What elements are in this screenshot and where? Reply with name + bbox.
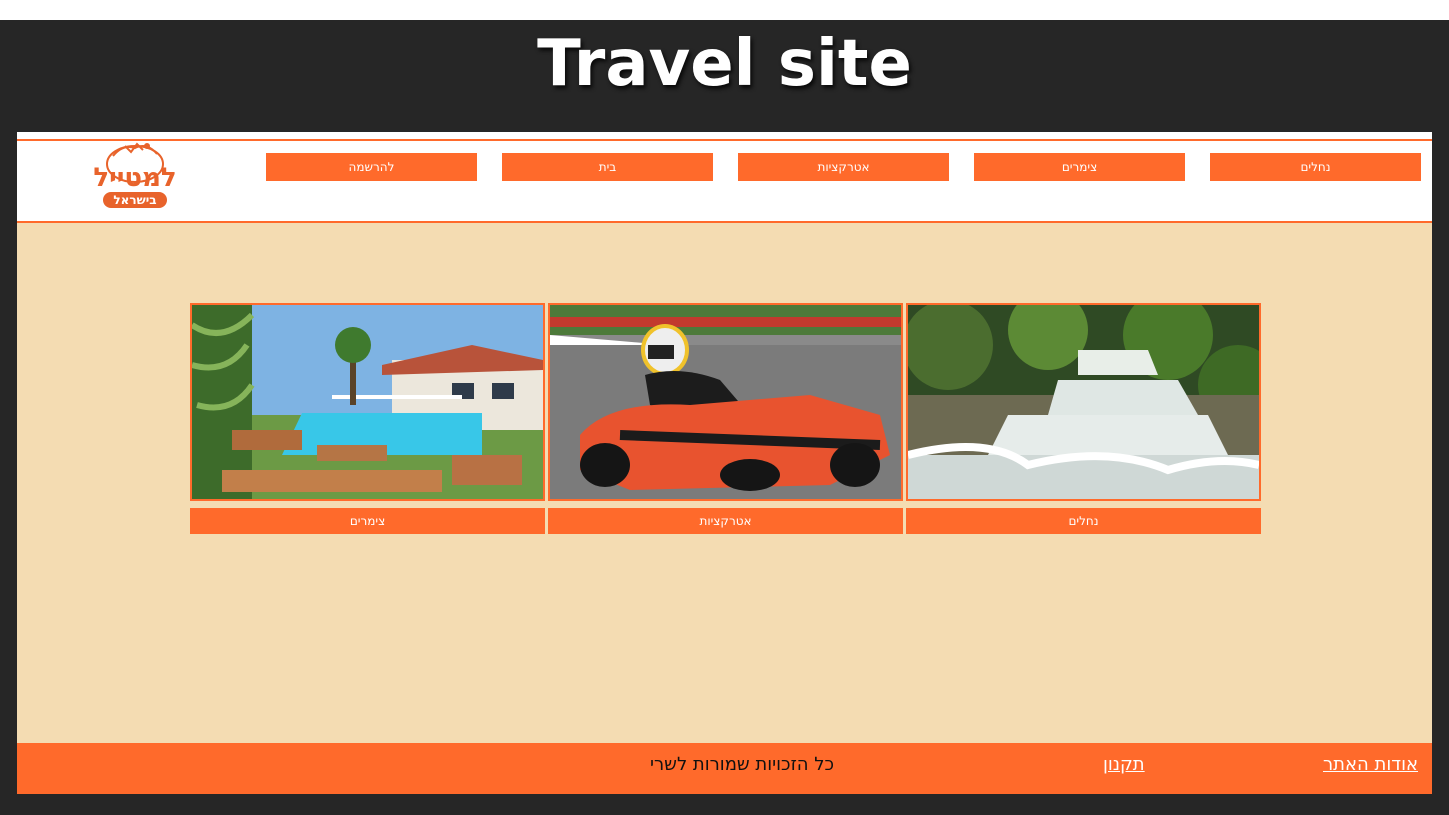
card-streams-image[interactable] — [906, 303, 1261, 501]
card-streams-label[interactable]: נחלים — [906, 508, 1261, 534]
go-kart-racing-photo — [550, 305, 901, 499]
header-divider — [17, 139, 1432, 141]
nav-item-streams[interactable]: נחלים — [1210, 153, 1421, 181]
main-content: צימרים אטרקציות נחלים — [17, 223, 1432, 743]
copyright-text: כל הזכויות שמורות לשרי — [650, 754, 835, 775]
logo-name: למטייל — [93, 163, 176, 193]
nav-item-cabins[interactable]: צימרים — [974, 153, 1185, 181]
waterfall-stream-photo — [908, 305, 1259, 499]
header: נחלים צימרים אטרקציות בית להרשמה למטייל … — [17, 132, 1432, 223]
card-attractions-label[interactable]: אטרקציות — [548, 508, 903, 534]
nav-item-register[interactable]: להרשמה — [266, 153, 477, 181]
nav-item-attractions[interactable]: אטרקציות — [738, 153, 949, 181]
pool-vacation-cabin-photo — [192, 305, 543, 499]
card-attractions-image[interactable] — [548, 303, 903, 501]
footer-link-about[interactable]: אודות האתר — [1323, 753, 1418, 777]
card-cabins-image[interactable] — [190, 303, 545, 501]
footer-link-terms[interactable]: תקנון — [1103, 753, 1145, 777]
logo-subtitle: בישראל — [113, 193, 156, 207]
card-cabins-label[interactable]: צימרים — [190, 508, 545, 534]
nav-item-home[interactable]: בית — [502, 153, 713, 181]
site-title: Travel site — [537, 27, 912, 101]
footer: כל הזכויות שמורות לשרי תקנון אודות האתר — [17, 743, 1432, 794]
globe-logo-icon[interactable]: למטייל בישראל — [85, 140, 185, 212]
